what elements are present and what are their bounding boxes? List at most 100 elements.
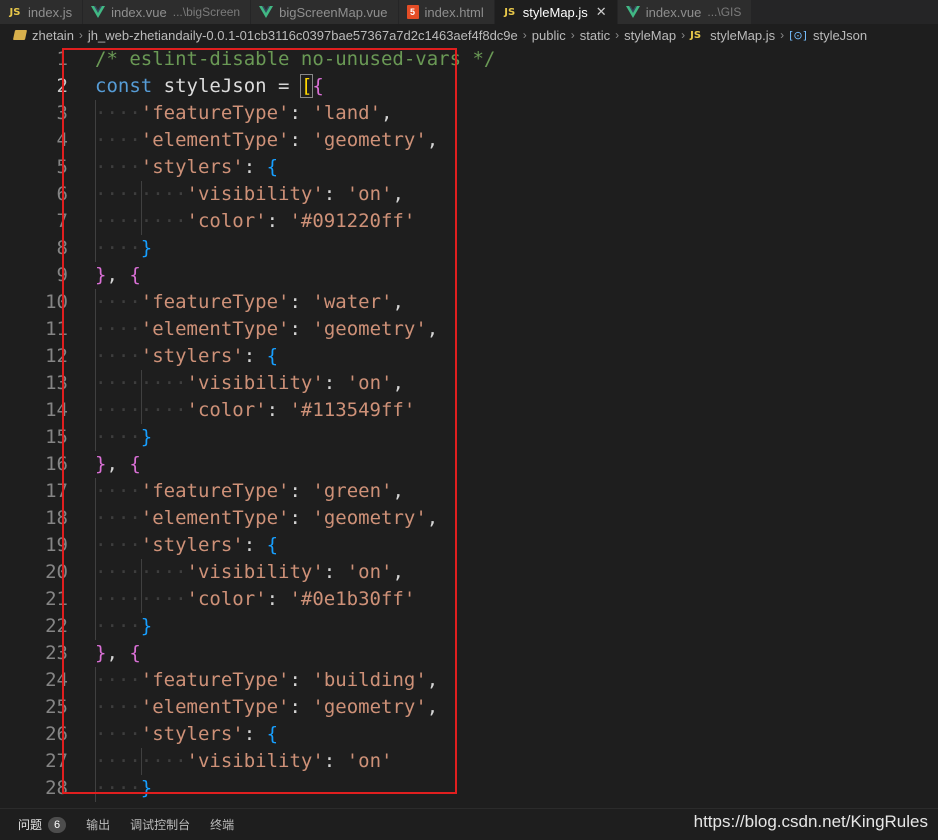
code-line[interactable]: 10 ····'featureType': 'water', bbox=[0, 289, 938, 316]
code-token: , bbox=[426, 318, 439, 340]
code-token: 'land' bbox=[312, 102, 382, 124]
code-line[interactable]: 1 /* eslint-disable no-unused-vars */ bbox=[0, 46, 938, 73]
code-line[interactable]: 14 ········'color': '#113549ff' bbox=[0, 397, 938, 424]
code-line[interactable]: 17 ····'featureType': 'green', bbox=[0, 478, 938, 505]
code-token: : bbox=[243, 345, 267, 367]
code-line[interactable]: 21 ········'color': '#0e1b30ff' bbox=[0, 586, 938, 613]
code-token: '#113549ff' bbox=[289, 399, 416, 421]
code-line[interactable]: 11 ····'elementType': 'geometry', bbox=[0, 316, 938, 343]
code-token: } bbox=[95, 453, 107, 475]
code-line[interactable]: 5 ····'stylers': { bbox=[0, 154, 938, 181]
code-token: } bbox=[140, 777, 153, 799]
code-line[interactable]: 16}, { bbox=[0, 451, 938, 478]
code-text: ········'visibility': 'on' bbox=[95, 748, 392, 775]
code-line[interactable]: 13 ········'visibility': 'on', bbox=[0, 370, 938, 397]
line-number: 15 bbox=[45, 426, 68, 448]
editor-tab[interactable]: index.vue ...\bigScreen bbox=[83, 0, 252, 24]
code-text: ····} bbox=[95, 775, 152, 802]
breadcrumb-item[interactable]: static bbox=[580, 28, 610, 43]
code-token: } bbox=[140, 615, 153, 637]
code-line[interactable]: 27 ········'visibility': 'on' bbox=[0, 748, 938, 775]
code-token: } bbox=[140, 237, 153, 259]
line-number: 4 bbox=[56, 129, 68, 151]
line-number: 5 bbox=[56, 156, 68, 178]
code-line[interactable]: 24 ····'featureType': 'building', bbox=[0, 667, 938, 694]
code-token: 'visibility' bbox=[186, 750, 324, 772]
whitespace-marker: ···· bbox=[95, 669, 141, 691]
code-token: const bbox=[95, 75, 153, 97]
code-line[interactable]: 25 ····'elementType': 'geometry', bbox=[0, 694, 938, 721]
code-token: 'on' bbox=[346, 750, 393, 772]
breadcrumb-item[interactable]: public bbox=[532, 28, 566, 43]
panel-tab[interactable]: 问题 6 bbox=[18, 816, 67, 833]
code-text: ········'color': '#091220ff' bbox=[95, 208, 415, 235]
editor-tab[interactable]: JS index.js bbox=[0, 0, 84, 24]
code-token: 'geometry' bbox=[312, 507, 427, 529]
code-line[interactable]: 12 ····'stylers': { bbox=[0, 343, 938, 370]
code-line[interactable]: 19 ····'stylers': { bbox=[0, 532, 938, 559]
tab-label: styleMap.js bbox=[522, 4, 588, 20]
code-line[interactable]: 9}, { bbox=[0, 262, 938, 289]
code-line[interactable]: 2 const styleJson = [{ bbox=[0, 73, 938, 100]
whitespace-marker: ········ bbox=[95, 750, 187, 772]
code-token: 'on' bbox=[346, 372, 393, 394]
whitespace-marker: ···· bbox=[95, 102, 141, 124]
whitespace-marker: ···· bbox=[95, 696, 141, 718]
chevron-right-icon: › bbox=[615, 28, 620, 42]
code-line[interactable]: 23}, { bbox=[0, 640, 938, 667]
code-line[interactable]: 28 ····} bbox=[0, 775, 938, 802]
line-number: 9 bbox=[56, 264, 68, 286]
line-number: 23 bbox=[45, 642, 68, 664]
code-token: , bbox=[426, 507, 439, 529]
bottom-panel-tabs: 问题 6 输出 调试控制台 终端 https://blog.csdn.net/KingRu… bbox=[0, 808, 938, 840]
code-line[interactable]: 18 ····'elementType': 'geometry', bbox=[0, 505, 938, 532]
line-number: 16 bbox=[45, 453, 68, 475]
code-line[interactable]: 6 ········'visibility': 'on', bbox=[0, 181, 938, 208]
tab-label: index.js bbox=[28, 4, 73, 20]
code-token: { bbox=[129, 453, 141, 475]
code-token: : bbox=[243, 723, 267, 745]
code-token: : bbox=[266, 399, 290, 421]
tab-description: ...\GIS bbox=[707, 5, 742, 19]
whitespace-marker: ···· bbox=[95, 129, 141, 151]
code-line[interactable]: 3 ····'featureType': 'land', bbox=[0, 100, 938, 127]
line-number: 25 bbox=[45, 696, 68, 718]
whitespace-marker: ········ bbox=[95, 588, 187, 610]
code-text: ····'elementType': 'geometry', bbox=[95, 694, 438, 721]
panel-tab[interactable]: 调试控制台 bbox=[130, 816, 190, 833]
breadcrumb-item[interactable]: zhetain bbox=[12, 28, 74, 43]
code-line[interactable]: 15 ····} bbox=[0, 424, 938, 451]
tab-label: index.vue bbox=[645, 4, 702, 20]
code-line[interactable]: 20 ········'visibility': 'on', bbox=[0, 559, 938, 586]
breadcrumb-item[interactable]: [⊙] styleJson bbox=[789, 28, 867, 43]
code-token: '#0e1b30ff' bbox=[289, 588, 416, 610]
whitespace-marker: ···· bbox=[95, 534, 141, 556]
panel-tab[interactable]: 终端 bbox=[210, 816, 234, 833]
vue-icon bbox=[259, 6, 274, 18]
code-token: , bbox=[106, 264, 130, 286]
code-line[interactable]: 22 ····} bbox=[0, 613, 938, 640]
breadcrumb-item[interactable]: jh_web-zhetiandaily-0.0.1-01cb3116c0397b… bbox=[88, 28, 518, 43]
breadcrumb-item[interactable]: styleMap bbox=[624, 28, 676, 43]
js-icon: JS bbox=[690, 29, 702, 41]
code-token: 'geometry' bbox=[312, 129, 427, 151]
code-line[interactable]: 7 ········'color': '#091220ff' bbox=[0, 208, 938, 235]
code-text: ····'stylers': { bbox=[95, 721, 278, 748]
code-line[interactable]: 4 ····'elementType': 'geometry', bbox=[0, 127, 938, 154]
code-token: : bbox=[289, 669, 313, 691]
editor-tab[interactable]: bigScreenMap.vue bbox=[251, 0, 399, 24]
code-editor[interactable]: 1 /* eslint-disable no-unused-vars */ 2 con… bbox=[0, 46, 938, 808]
code-token: , bbox=[106, 642, 130, 664]
line-number: 13 bbox=[45, 372, 68, 394]
code-line[interactable]: 8 ····} bbox=[0, 235, 938, 262]
editor-tab[interactable]: index.vue ...\GIS bbox=[617, 0, 753, 24]
breadcrumb-item[interactable]: JS styleMap.js bbox=[690, 28, 775, 43]
close-icon[interactable]: ✕ bbox=[596, 4, 607, 20]
line-number: 6 bbox=[56, 183, 68, 205]
chevron-right-icon: › bbox=[681, 28, 686, 42]
editor-tab[interactable]: JS styleMap.js ✕ bbox=[494, 0, 618, 24]
code-token: 'elementType' bbox=[140, 318, 290, 340]
panel-tab[interactable]: 输出 bbox=[86, 816, 110, 833]
editor-tab[interactable]: 5 index.html bbox=[398, 0, 495, 24]
code-line[interactable]: 26 ····'stylers': { bbox=[0, 721, 938, 748]
